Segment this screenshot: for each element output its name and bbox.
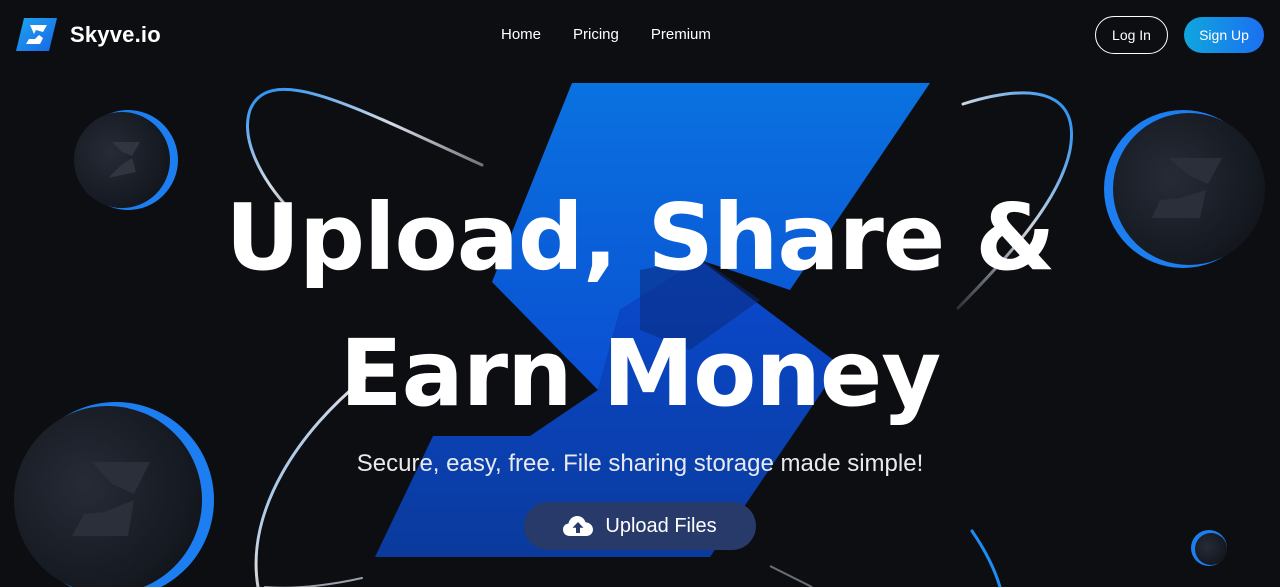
skyve-logo-icon <box>16 18 57 51</box>
nav-link-pricing[interactable]: Pricing <box>573 26 619 43</box>
signup-button[interactable]: Sign Up <box>1184 17 1264 53</box>
hero-headline-line-2: Earn Money <box>339 320 941 427</box>
upload-files-button[interactable]: Upload Files <box>524 502 756 550</box>
landing-page: Skyve.io Home Pricing Premium Log In Sig… <box>0 0 1280 587</box>
site-header: Skyve.io Home Pricing Premium Log In Sig… <box>0 0 1280 72</box>
brand-name: Skyve.io <box>70 21 161 47</box>
orbit-arc-bottom-left-tail <box>264 577 363 587</box>
nav-link-premium[interactable]: Premium <box>651 26 711 43</box>
orbit-arc-bottom-right <box>970 529 1002 587</box>
brand-logo-link[interactable]: Skyve.io <box>16 18 161 51</box>
hero-subtitle: Secure, easy, free. File sharing storage… <box>356 450 924 477</box>
cloud-upload-icon <box>563 516 594 536</box>
hero-headline: Upload, Share & Earn Money <box>0 170 1280 442</box>
hero-headline-line-1: Upload, Share & <box>225 184 1055 291</box>
login-button[interactable]: Log In <box>1095 16 1168 54</box>
nav-link-home[interactable]: Home <box>501 26 541 43</box>
upload-files-label: Upload Files <box>605 514 717 537</box>
main-nav: Home Pricing Premium <box>501 26 743 43</box>
orbit-line-bottom-center <box>769 565 813 587</box>
orb-small-bottom-right <box>1191 530 1227 566</box>
